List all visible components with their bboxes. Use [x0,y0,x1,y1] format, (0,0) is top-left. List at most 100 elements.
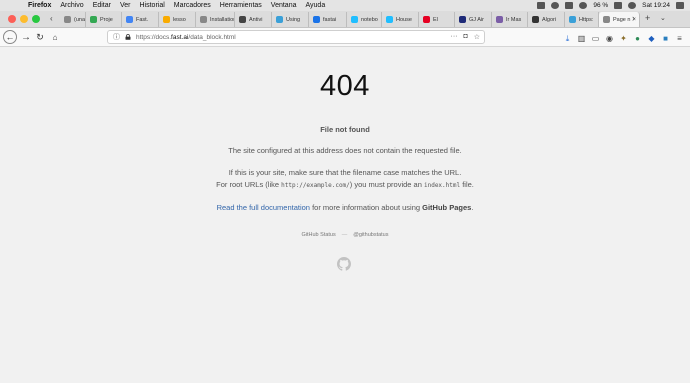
macos-menu-bar: Firefox Archivo Editar Ver Historial Mar… [0,0,690,11]
documentation-line: Read the full documentation for more inf… [0,202,690,214]
tab-label: Ir Mas [506,16,522,23]
page-actions-icon[interactable]: ··· [450,33,457,41]
tab-scroll-right-icon[interactable]: › [632,13,635,23]
menu-ayuda[interactable]: Ayuda [305,2,325,9]
error-code-heading: 404 [320,70,370,102]
tab-favicon-icon [200,16,207,23]
browser-tab[interactable]: lesso [159,12,196,27]
tab-label: Algori [542,16,557,23]
tab-favicon-icon [459,16,466,23]
browser-tab[interactable]: fastai [309,12,347,27]
browser-tab[interactable]: notebo [347,12,382,27]
browser-tab[interactable]: Algori [528,12,565,27]
wifi-icon[interactable] [579,2,588,9]
control-center-icon[interactable] [676,2,684,9]
battery-percentage: 96 % [593,2,609,9]
tab-strip: ‹ (una Proje Fast. lesso Installation Antivi U… [0,11,690,28]
extension-tray-icon[interactable] [537,2,546,9]
browser-tab[interactable]: GJ Air [455,12,492,27]
browser-tab[interactable]: Ir Mas [492,12,528,27]
browser-tab[interactable]: Fast. [122,12,159,27]
browser-tab[interactable]: Proje [86,12,122,27]
githubstatus-twitter-link[interactable]: @githubstatus [353,232,388,238]
window-minimize-button[interactable] [20,15,28,23]
bookmark-star-icon[interactable]: ☆ [474,33,480,41]
lock-icon[interactable] [125,34,131,40]
sync-tray-icon[interactable] [551,2,560,9]
example-url-code: http://example.com/ [281,182,350,189]
spotlight-icon[interactable] [628,2,637,9]
github-octocat-icon[interactable] [337,257,351,271]
home-button[interactable]: ⌂ [48,30,62,44]
index-file-code: index.html [423,182,461,189]
menu-hamburger-icon[interactable]: ≡ [675,34,684,43]
window-maximize-button[interactable] [32,15,40,23]
extension-two-icon[interactable]: ● [633,34,642,43]
menu-ver[interactable]: Ver [120,2,131,9]
tab-favicon-icon [313,16,320,23]
menu-ventana[interactable]: Ventana [271,2,297,9]
tab-favicon-icon [239,16,246,23]
list-all-tabs-icon[interactable]: ⌄ [660,14,666,22]
battery-icon[interactable] [614,2,623,9]
menu-app-name[interactable]: Firefox [28,2,51,9]
browser-tab[interactable]: Using [272,12,309,27]
tab-label: GJ Air [469,16,484,23]
browser-tab[interactable]: El [419,12,455,27]
error-subtitle: File not found [320,125,370,134]
screenshot-icon[interactable]: ◉ [605,34,614,43]
navigation-bar: ← → ↻ ⌂ ⓘ https://docs.fast.ai/data_bloc… [0,28,690,47]
back-button[interactable]: ← [3,30,17,44]
new-tab-button[interactable]: + [645,13,650,23]
pocket-icon[interactable]: ◘ [463,33,467,41]
menu-archivo[interactable]: Archivo [60,2,83,9]
extension-three-icon[interactable]: ◆ [647,34,656,43]
tab-favicon-icon [532,16,539,23]
tab-label: (una [74,16,86,23]
site-info-icon[interactable]: ⓘ [113,32,120,42]
url-path: /data_block.html [188,33,236,41]
browser-tab[interactable]: Antivi [235,12,272,27]
reload-button[interactable]: ↻ [33,30,47,44]
menu-marcadores[interactable]: Marcadores [174,2,211,9]
window-close-button[interactable] [8,15,16,23]
reader-view-icon[interactable]: ▭ [591,34,600,43]
page-content: 404 File not found The site configured a… [0,48,690,383]
url-text[interactable]: https://docs.fast.ai/data_block.html [136,34,236,41]
url-domain: fast.ai [171,33,189,41]
tab-label: Proje [100,16,113,23]
browser-tab[interactable]: (una [60,12,86,27]
page-footer: GitHub Status — @githubstatus [0,232,690,238]
menu-herramientas[interactable]: Herramientas [220,2,262,9]
menu-historial[interactable]: Historial [140,2,165,9]
downloads-icon[interactable]: ⤓ [563,34,572,43]
root-url-hint-b: ) you must provide an [349,180,424,189]
tab-favicon-icon [126,16,133,23]
menu-editar[interactable]: Editar [93,2,111,9]
read-documentation-link[interactable]: Read the full documentation [217,203,310,212]
tab-label: Https: [579,16,594,23]
toolbar-icons: ⤓ ▥ ▭ ◉ ✦ ● ◆ ■ ≡ [563,32,684,44]
library-icon[interactable]: ▥ [577,34,586,43]
tab-label: Fast. [136,16,149,23]
github-pages-text: GitHub Pages [422,203,472,212]
tab-favicon-icon [90,16,97,23]
tab-label: Antivi [249,16,263,23]
tab-favicon-icon [496,16,503,23]
github-status-link[interactable]: GitHub Status [302,232,336,238]
browser-tab[interactable]: Https: [565,12,599,27]
extension-one-icon[interactable]: ✦ [619,34,628,43]
forward-button[interactable]: → [19,30,33,44]
root-url-hint-a: For root URLs (like [216,180,282,189]
case-hint-line: If this is your site, make sure that the… [228,168,462,177]
url-bar[interactable]: ⓘ https://docs.fast.ai/data_block.html ·… [107,30,485,44]
extension-four-icon[interactable]: ■ [661,34,670,43]
screen-tray-icon[interactable] [565,2,574,9]
error-description: The site configured at this address does… [228,146,462,155]
tab-scroll-left-icon[interactable]: ‹ [50,14,58,23]
menubar-clock[interactable]: Sat 19:24 [642,2,670,9]
browser-tab[interactable]: Installation [196,12,235,27]
tab-label: fastai [323,16,337,23]
browser-tab[interactable]: House [382,12,419,27]
url-prefix: https://docs. [136,33,172,41]
